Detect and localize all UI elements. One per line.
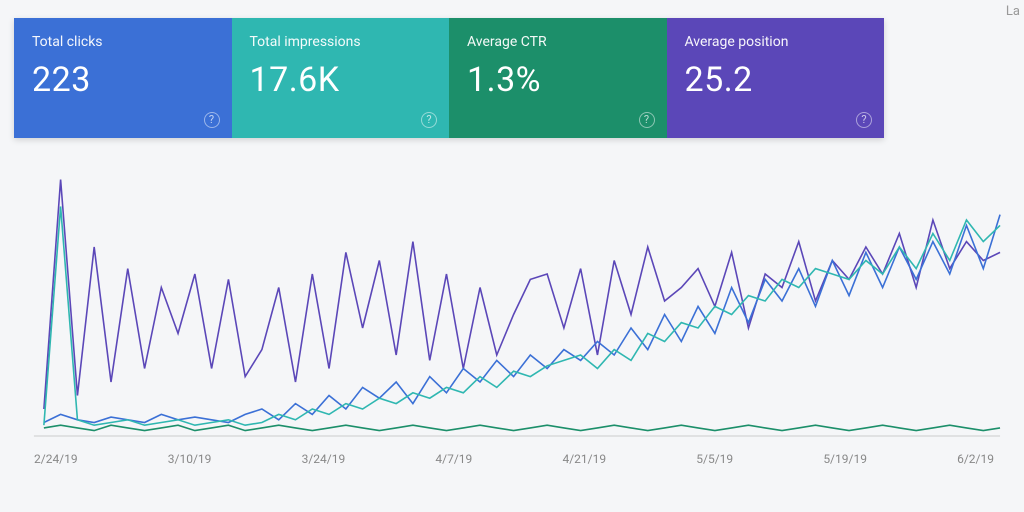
dashboard-container: Total clicks 223 ? Total impressions 17.… [0,0,1024,466]
metric-cards-row: Total clicks 223 ? Total impressions 17.… [14,18,884,138]
metric-card-clicks[interactable]: Total clicks 223 ? [14,18,232,138]
help-icon[interactable]: ? [421,112,437,128]
chart-x-axis: 2/24/19 3/10/19 3/24/19 4/7/19 4/21/19 5/5/19… [34,446,994,466]
metric-card-impressions[interactable]: Total impressions 17.6K ? [232,18,450,138]
x-tick-label: 3/10/19 [168,452,212,466]
metric-card-ctr[interactable]: Average CTR 1.3% ? [449,18,667,138]
metric-label: Average position [685,34,867,50]
x-tick-label: 5/19/19 [823,452,867,466]
metric-label: Total impressions [250,34,432,50]
metric-card-position[interactable]: Average position 25.2 ? [667,18,885,138]
metric-value: 1.3% [467,60,649,100]
x-tick-label: 4/7/19 [435,452,472,466]
performance-chart: 2/24/19 3/10/19 3/24/19 4/7/19 4/21/19 5/5/19… [14,146,1010,466]
page-top-right-text: La [1006,4,1020,19]
chart-svg [14,146,1010,446]
help-icon[interactable]: ? [204,112,220,128]
x-tick-label: 4/21/19 [562,452,606,466]
x-tick-label: 2/24/19 [34,452,78,466]
metric-value: 25.2 [685,60,867,100]
metric-value: 223 [32,60,214,100]
x-tick-label: 3/24/19 [302,452,346,466]
series-line [44,425,1000,430]
x-tick-label: 5/5/19 [696,452,733,466]
series-line [44,215,1000,423]
help-icon[interactable]: ? [639,112,655,128]
help-icon[interactable]: ? [856,112,872,128]
metric-label: Average CTR [467,34,649,50]
metric-value: 17.6K [250,60,432,100]
metric-label: Total clicks [32,34,214,50]
x-tick-label: 6/2/19 [957,452,994,466]
series-line [44,207,1000,426]
